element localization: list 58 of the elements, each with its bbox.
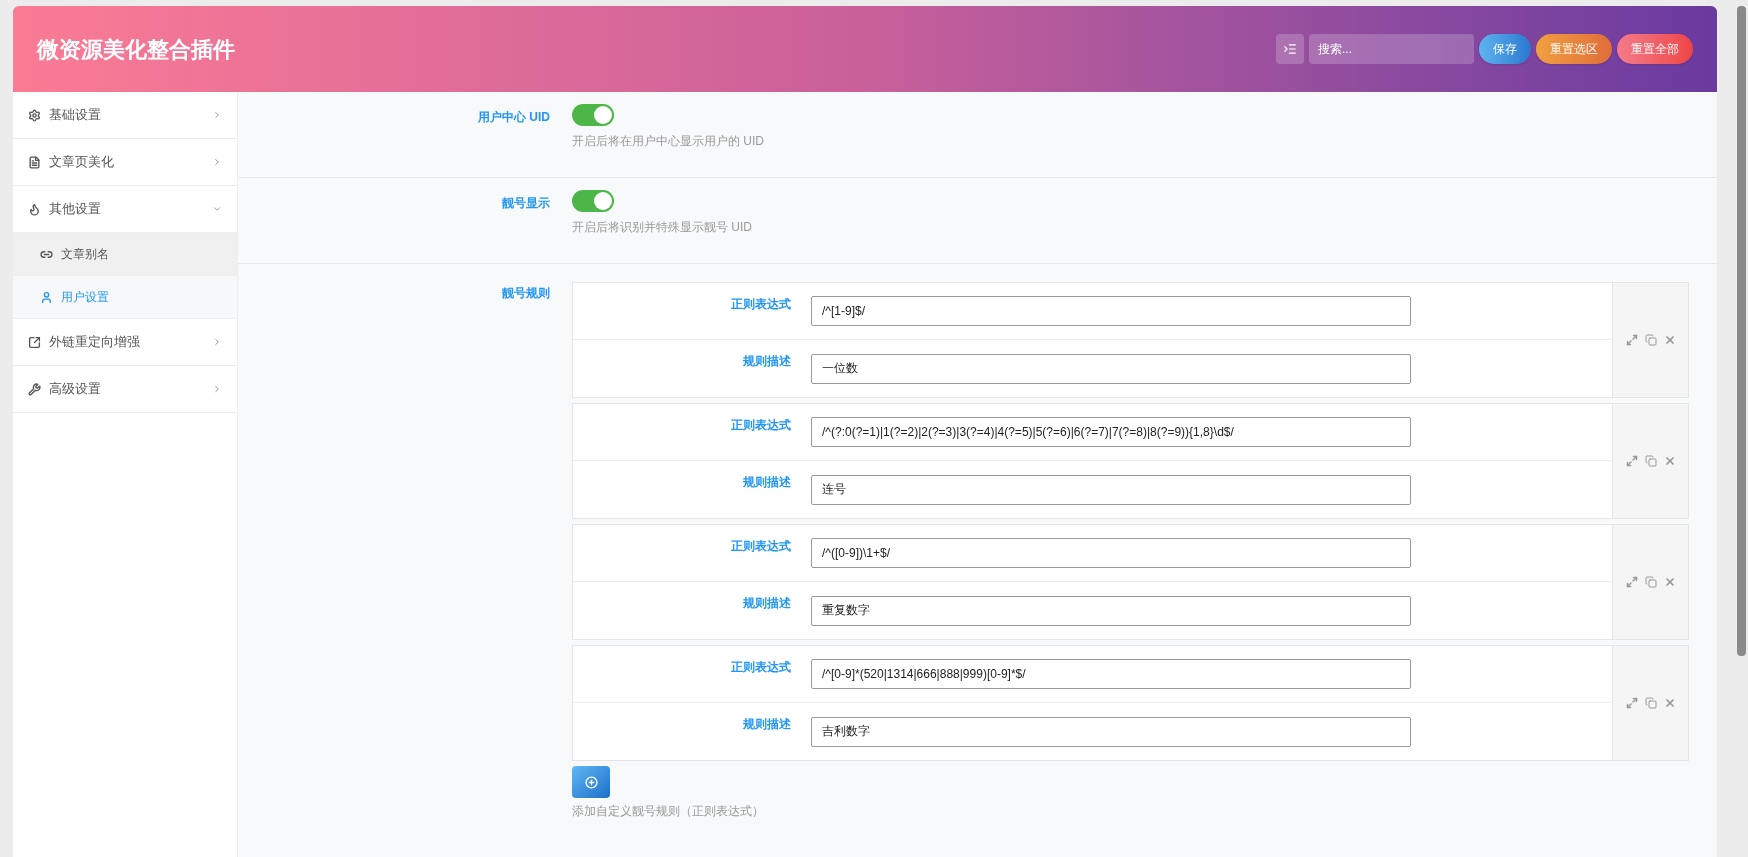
chevron-right-icon [212,110,222,120]
copy-icon[interactable] [1644,334,1657,346]
wrench-icon [28,382,41,396]
user-icon [40,290,53,304]
text-input[interactable]: 连号 [811,474,1411,505]
expand-icon[interactable] [1625,697,1638,709]
chevron-down-icon [212,204,222,214]
expand-icon[interactable] [1625,455,1638,467]
text-input[interactable]: 一位数 [811,353,1411,384]
field-label: 正则表达式 [730,417,792,434]
external-link-icon [28,335,41,349]
plus-circle-icon [584,775,598,789]
list-icon [1283,42,1297,56]
copy-icon[interactable] [1644,576,1657,588]
text-input[interactable]: 重复数字 [811,595,1411,626]
close-icon[interactable] [1663,334,1676,346]
text-input[interactable]: /^(?:0(?=1)|1(?=2)|2(?=3)|3(?=4)|4(?=5)|5(?=6)|6(?=7)|7(?=8)|8(?=9)){1,8}\d$/ [811,417,1411,447]
help-text: 添加自定义靓号规则（正则表达式） [572,803,765,820]
sidebar-item[interactable]: 文章页美化 [13,139,237,186]
gear-icon [28,108,41,122]
field-label: 正则表达式 [730,296,792,313]
text-input[interactable]: /^([0-9])\1+$/ [811,538,1411,568]
field-label: 规则描述 [742,595,792,612]
help-text: 开启后将在用户中心显示用户的 UID [572,133,764,150]
setting-label: 用户中心 UID [477,109,551,126]
field-label: 规则描述 [742,353,792,370]
chevron-right-icon [212,384,222,394]
copy-icon[interactable] [1644,455,1657,467]
menu-toggle-button[interactable] [1276,34,1304,64]
copy-icon[interactable] [1644,697,1657,709]
app-title: 微资源美化整合插件 [37,35,235,64]
toggle-switch[interactable] [572,190,614,212]
field-label: 规则描述 [742,474,792,491]
sidebar-subitem[interactable]: 文章别名 [13,233,237,276]
sidebar-item[interactable]: 外链重定向增强 [13,319,237,366]
text-input[interactable]: 吉利数字 [811,716,1411,747]
document-icon [28,155,41,169]
flame-icon [28,202,41,216]
setting-label: 靓号规则 [501,285,551,302]
sidebar-item[interactable]: 高级设置 [13,366,237,413]
text-input[interactable]: /^[0-9]*(520|1314|666|888|999)[0-9]*$/ [811,659,1411,689]
scrollbar-thumb[interactable] [1737,6,1746,656]
sidebar-item[interactable]: 基础设置 [13,92,237,139]
add-rule-button[interactable] [572,766,610,798]
expand-icon[interactable] [1625,576,1638,588]
field-label: 规则描述 [742,716,792,733]
text-input[interactable]: /^[1-9]$/ [811,296,1411,326]
close-icon[interactable] [1663,455,1676,467]
help-text: 开启后将识别并特殊显示靓号 UID [572,219,752,236]
field-label: 正则表达式 [730,659,792,676]
chevron-right-icon [212,337,222,347]
close-icon[interactable] [1663,697,1676,709]
chevron-right-icon [212,157,222,167]
setting-label: 靓号显示 [501,195,551,212]
toggle-switch[interactable] [572,104,614,126]
field-label: 正则表达式 [730,538,792,555]
close-icon[interactable] [1663,576,1676,588]
expand-icon[interactable] [1625,334,1638,346]
